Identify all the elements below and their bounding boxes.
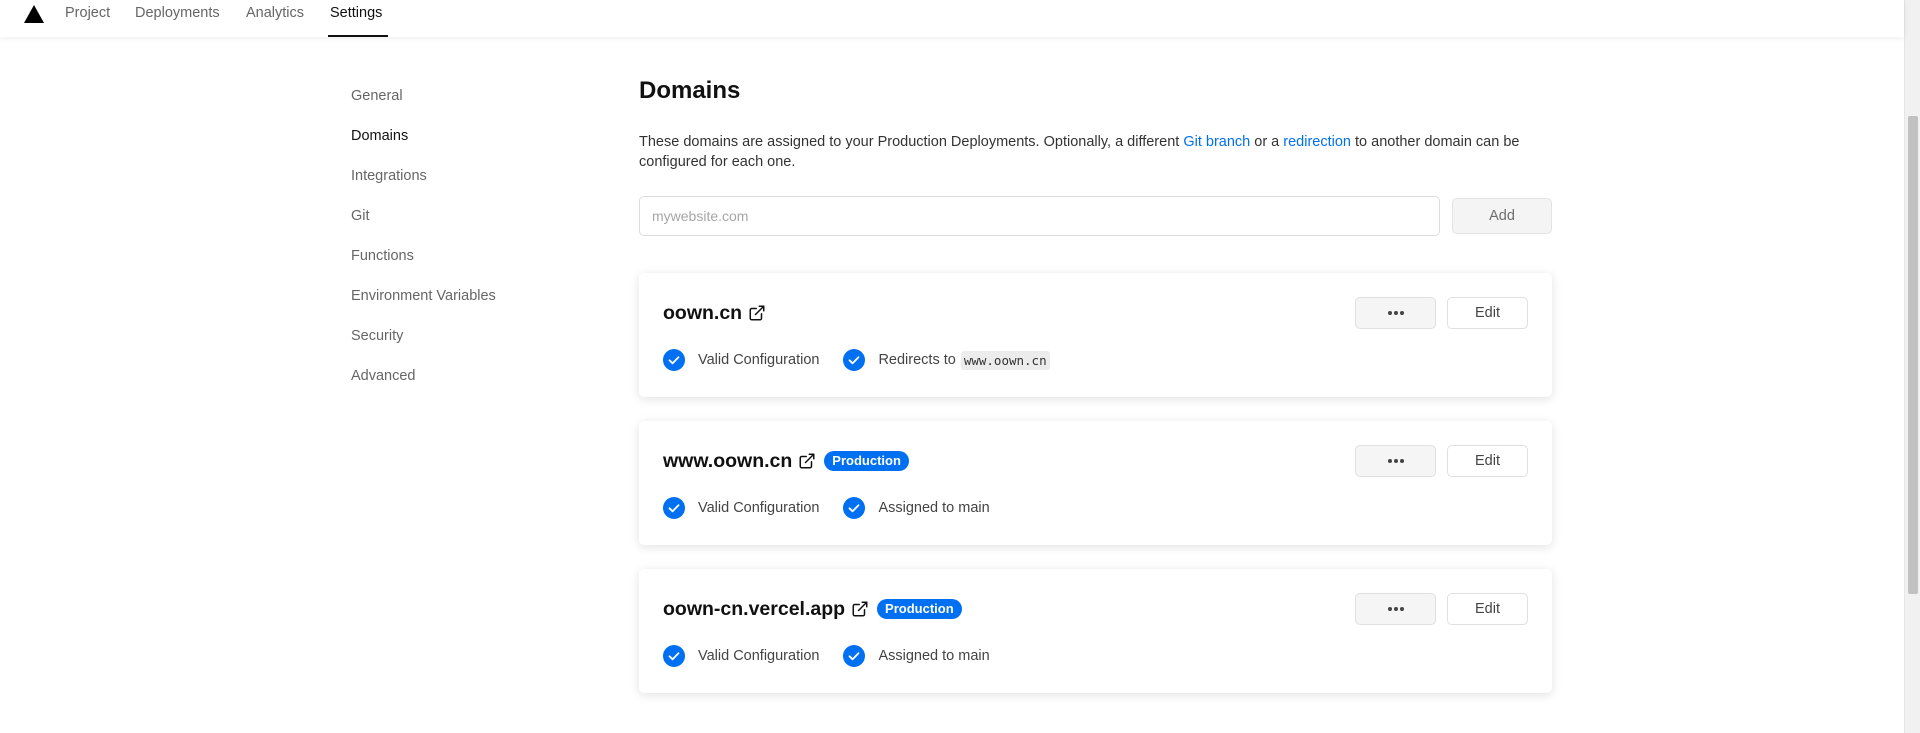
top-navigation: Project Deployments Analytics Settings — [0, 0, 1904, 37]
domain-input[interactable] — [639, 196, 1440, 236]
domain-card: oown-cn.vercel.app Production Edit Valid… — [639, 569, 1552, 693]
page-title: Domains — [639, 77, 741, 104]
domains-description: These domains are assigned to your Produ… — [639, 132, 1559, 172]
description-text-2: or a — [1250, 134, 1284, 150]
status-assigned: Assigned to main — [843, 497, 990, 519]
more-options-button[interactable] — [1355, 445, 1436, 477]
domain-name: oown.cn — [663, 302, 743, 324]
more-options-button[interactable] — [1355, 593, 1436, 625]
sidebar-item-functions[interactable]: Functions — [351, 246, 414, 266]
more-options-button[interactable] — [1355, 297, 1436, 329]
sidebar-item-security[interactable]: Security — [351, 326, 403, 346]
scrollbar-thumb[interactable] — [1908, 116, 1918, 594]
sidebar-item-environment-variables[interactable]: Environment Variables — [351, 286, 496, 306]
edit-button[interactable]: Edit — [1447, 593, 1528, 625]
check-circle-icon — [663, 645, 685, 667]
check-circle-icon — [663, 349, 685, 371]
tab-settings[interactable]: Settings — [330, 4, 382, 22]
domain-card: oown.cn Edit Valid Configuration Redirec… — [639, 273, 1552, 397]
status-valid-configuration: Valid Configuration — [663, 497, 819, 519]
domain-title-row: oown-cn.vercel.app Production — [663, 595, 962, 623]
sidebar-item-domains[interactable]: Domains — [351, 126, 408, 146]
external-link-icon[interactable] — [798, 452, 816, 470]
tab-project[interactable]: Project — [65, 4, 110, 22]
redirection-link[interactable]: redirection — [1283, 134, 1351, 150]
edit-button[interactable]: Edit — [1447, 445, 1528, 477]
status-text: Valid Configuration — [698, 648, 820, 664]
status-row: Valid Configuration Redirects to www.oow… — [663, 348, 1074, 372]
sidebar-item-general[interactable]: General — [351, 86, 403, 106]
active-tab-indicator — [328, 35, 388, 37]
status-text: Redirects to — [878, 352, 956, 368]
description-text-1: These domains are assigned to your Produ… — [639, 134, 1184, 150]
status-text: Valid Configuration — [698, 352, 820, 368]
tab-analytics[interactable]: Analytics — [246, 4, 304, 22]
sidebar-item-integrations[interactable]: Integrations — [351, 166, 427, 186]
check-circle-icon — [663, 497, 685, 519]
domain-title-row: www.oown.cn Production — [663, 447, 909, 475]
sidebar-item-advanced[interactable]: Advanced — [351, 366, 416, 386]
status-text: Assigned to main — [878, 648, 990, 664]
redirect-target-code: www.oown.cn — [960, 350, 1050, 370]
edit-button[interactable]: Edit — [1447, 297, 1528, 329]
external-link-icon[interactable] — [748, 304, 766, 322]
domain-name: oown-cn.vercel.app — [663, 598, 846, 620]
domain-title-row: oown.cn — [663, 299, 766, 327]
status-row: Valid Configuration Assigned to main — [663, 644, 1014, 668]
page-scrollbar[interactable] — [1904, 0, 1920, 733]
git-branch-link[interactable]: Git branch — [1183, 134, 1250, 150]
status-text: Assigned to main — [878, 500, 990, 516]
production-badge: Production — [877, 599, 962, 619]
status-row: Valid Configuration Assigned to main — [663, 496, 1014, 520]
domain-name: www.oown.cn — [663, 450, 793, 472]
status-assigned: Assigned to main — [843, 645, 990, 667]
add-domain-button[interactable]: Add — [1452, 198, 1552, 234]
status-valid-configuration: Valid Configuration — [663, 645, 819, 667]
domain-card: www.oown.cn Production Edit Valid Config… — [639, 421, 1552, 545]
more-dots-icon — [1387, 311, 1404, 315]
status-text: Valid Configuration — [698, 500, 820, 516]
sidebar-item-git[interactable]: Git — [351, 206, 370, 226]
production-badge: Production — [824, 451, 909, 471]
check-circle-icon — [843, 349, 866, 371]
more-dots-icon — [1387, 607, 1404, 611]
tab-deployments[interactable]: Deployments — [135, 4, 220, 22]
check-circle-icon — [843, 497, 866, 519]
status-valid-configuration: Valid Configuration — [663, 349, 819, 371]
more-dots-icon — [1387, 459, 1404, 463]
status-redirect: Redirects to www.oown.cn — [843, 349, 1050, 371]
external-link-icon[interactable] — [851, 600, 869, 618]
triangle-logo-icon[interactable] — [24, 5, 44, 23]
check-circle-icon — [843, 645, 866, 667]
